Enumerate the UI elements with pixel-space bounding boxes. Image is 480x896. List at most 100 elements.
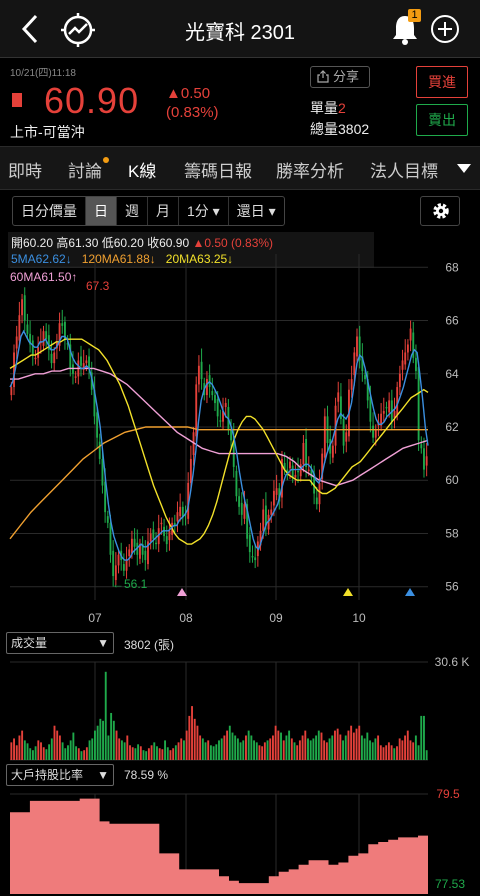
volume-bar — [72, 732, 75, 760]
volume-bar — [420, 715, 423, 760]
volume-bar — [379, 745, 382, 760]
daily-price-volume-button[interactable]: 日分價量 — [13, 197, 86, 225]
candle-body — [345, 432, 348, 442]
volume-bar — [266, 740, 269, 760]
holder-indicator-select[interactable]: 大戶持股比率 ▼ — [6, 764, 114, 786]
volume-bar — [161, 749, 164, 760]
volume-bar — [147, 748, 150, 760]
app-header: 光寶科 2301 1 — [0, 0, 480, 58]
tab-realtime[interactable]: 即時 — [8, 157, 42, 182]
volume-bar — [269, 738, 272, 760]
unit-volume-value: 2 — [338, 100, 346, 116]
volume-bar — [414, 735, 417, 760]
candle-body — [353, 352, 356, 376]
volume-bar — [134, 748, 137, 760]
share-button[interactable]: 分享 — [310, 66, 370, 88]
tab-kline[interactable]: K線 — [128, 157, 156, 182]
price-change: ▲0.50 (0.83%) — [166, 84, 219, 122]
settings-button[interactable] — [420, 196, 460, 226]
volume-bar — [234, 735, 237, 760]
volume-bar — [374, 738, 377, 760]
volume-bar — [218, 740, 220, 760]
candle-body — [275, 488, 278, 495]
volume-bar — [77, 748, 80, 760]
volume-bar — [282, 740, 285, 760]
volume-bar — [207, 740, 210, 760]
volume-bar — [80, 751, 83, 760]
quote-panel: 10/21(四)11:18 60.90 ▲0.50 (0.83%) 上市-可當沖… — [0, 58, 480, 146]
volume-bar — [320, 732, 323, 760]
sell-button[interactable]: 賣出 — [416, 104, 468, 136]
period-week-button[interactable]: 週 — [117, 197, 148, 225]
price-axis-label: 64 — [445, 367, 459, 381]
volume-bar — [325, 742, 328, 760]
month-label: 08 — [179, 611, 193, 625]
holder-min-label: 77.53 — [435, 877, 465, 891]
tab-institutional-target[interactable]: 法人目標 — [370, 157, 438, 182]
volume-bar — [129, 745, 131, 760]
candle-body — [415, 357, 417, 372]
volume-indicator-select[interactable]: 成交量 ▼ — [6, 632, 114, 654]
candle-body — [109, 522, 112, 555]
price-chart[interactable]: 68 66 64 62 60 58 56 07 08 09 10 67.3 ←56.1 — [0, 232, 480, 625]
volume-bar — [177, 742, 180, 760]
volume-bar — [126, 735, 129, 760]
candle-body — [251, 556, 254, 558]
candle-body — [152, 529, 155, 539]
candle-body — [34, 357, 37, 360]
volume-bar — [21, 730, 24, 760]
candle-body — [21, 299, 23, 316]
tab-win-rate[interactable]: 勝率分析 — [276, 157, 344, 182]
tab-bar: 即時 討論 K線 籌碼日報 勝率分析 法人目標 — [0, 146, 480, 190]
volume-bar — [293, 742, 296, 760]
holder-ratio-chart[interactable]: 79.5 77.53 — [0, 786, 480, 896]
page-title: 光寶科 2301 — [184, 22, 296, 44]
candle-body — [396, 387, 399, 416]
volume-bar — [215, 744, 218, 760]
tab-more-button[interactable] — [448, 147, 480, 189]
tab-chip-daily[interactable]: 籌碼日報 — [184, 157, 252, 182]
change-percent: (0.83%) — [166, 104, 219, 121]
volume-bar — [85, 747, 88, 760]
restore-dropdown[interactable]: 還日 ▾ — [229, 197, 284, 225]
buy-button[interactable]: 買進 — [416, 66, 468, 98]
period-day-button[interactable]: 日 — [86, 197, 117, 225]
volume-bar — [301, 735, 304, 760]
volume-bar — [220, 738, 223, 760]
candle-body — [214, 395, 216, 404]
candle-body — [289, 461, 291, 469]
candle-body — [291, 465, 294, 478]
volume-bar — [142, 750, 145, 760]
volume-bar — [350, 725, 353, 760]
high-annotation: 67.3 — [86, 279, 110, 293]
back-arrow-icon[interactable] — [14, 12, 46, 46]
tab-discussion-label: 討論 — [68, 162, 102, 181]
period-minute-dropdown[interactable]: 1分 ▾ — [179, 197, 229, 225]
low-annotation: ←56.1 — [112, 577, 148, 591]
candle-body — [315, 497, 318, 505]
candle-body — [53, 352, 56, 364]
quote-datetime: 10/21(四)11:18 — [10, 68, 76, 79]
volume-chart[interactable]: 30.6 K — [0, 654, 480, 762]
volume-bar — [328, 738, 331, 760]
period-month-button[interactable]: 月 — [148, 197, 179, 225]
volume-bar — [53, 725, 56, 760]
volume-bar — [228, 725, 231, 760]
volume-bar — [412, 742, 415, 760]
add-watchlist-icon[interactable] — [430, 14, 460, 44]
volume-bar — [180, 738, 183, 760]
volume-bar — [37, 740, 40, 760]
volume-bar — [317, 730, 320, 760]
tab-discussion[interactable]: 討論 — [68, 157, 109, 182]
volume-bar — [358, 725, 361, 760]
volume-bar — [118, 738, 121, 760]
candle-body — [302, 442, 305, 465]
volume-bar — [26, 743, 29, 760]
volume-bar — [342, 740, 344, 760]
app-logo-icon[interactable] — [60, 12, 96, 48]
candle-body — [235, 470, 238, 497]
volume-bar — [255, 742, 258, 760]
period-selector: 日分價量 日 週 月 1分 ▾ 還日 ▾ — [12, 196, 285, 226]
candle-body — [96, 412, 99, 438]
volume-bar — [174, 745, 177, 760]
